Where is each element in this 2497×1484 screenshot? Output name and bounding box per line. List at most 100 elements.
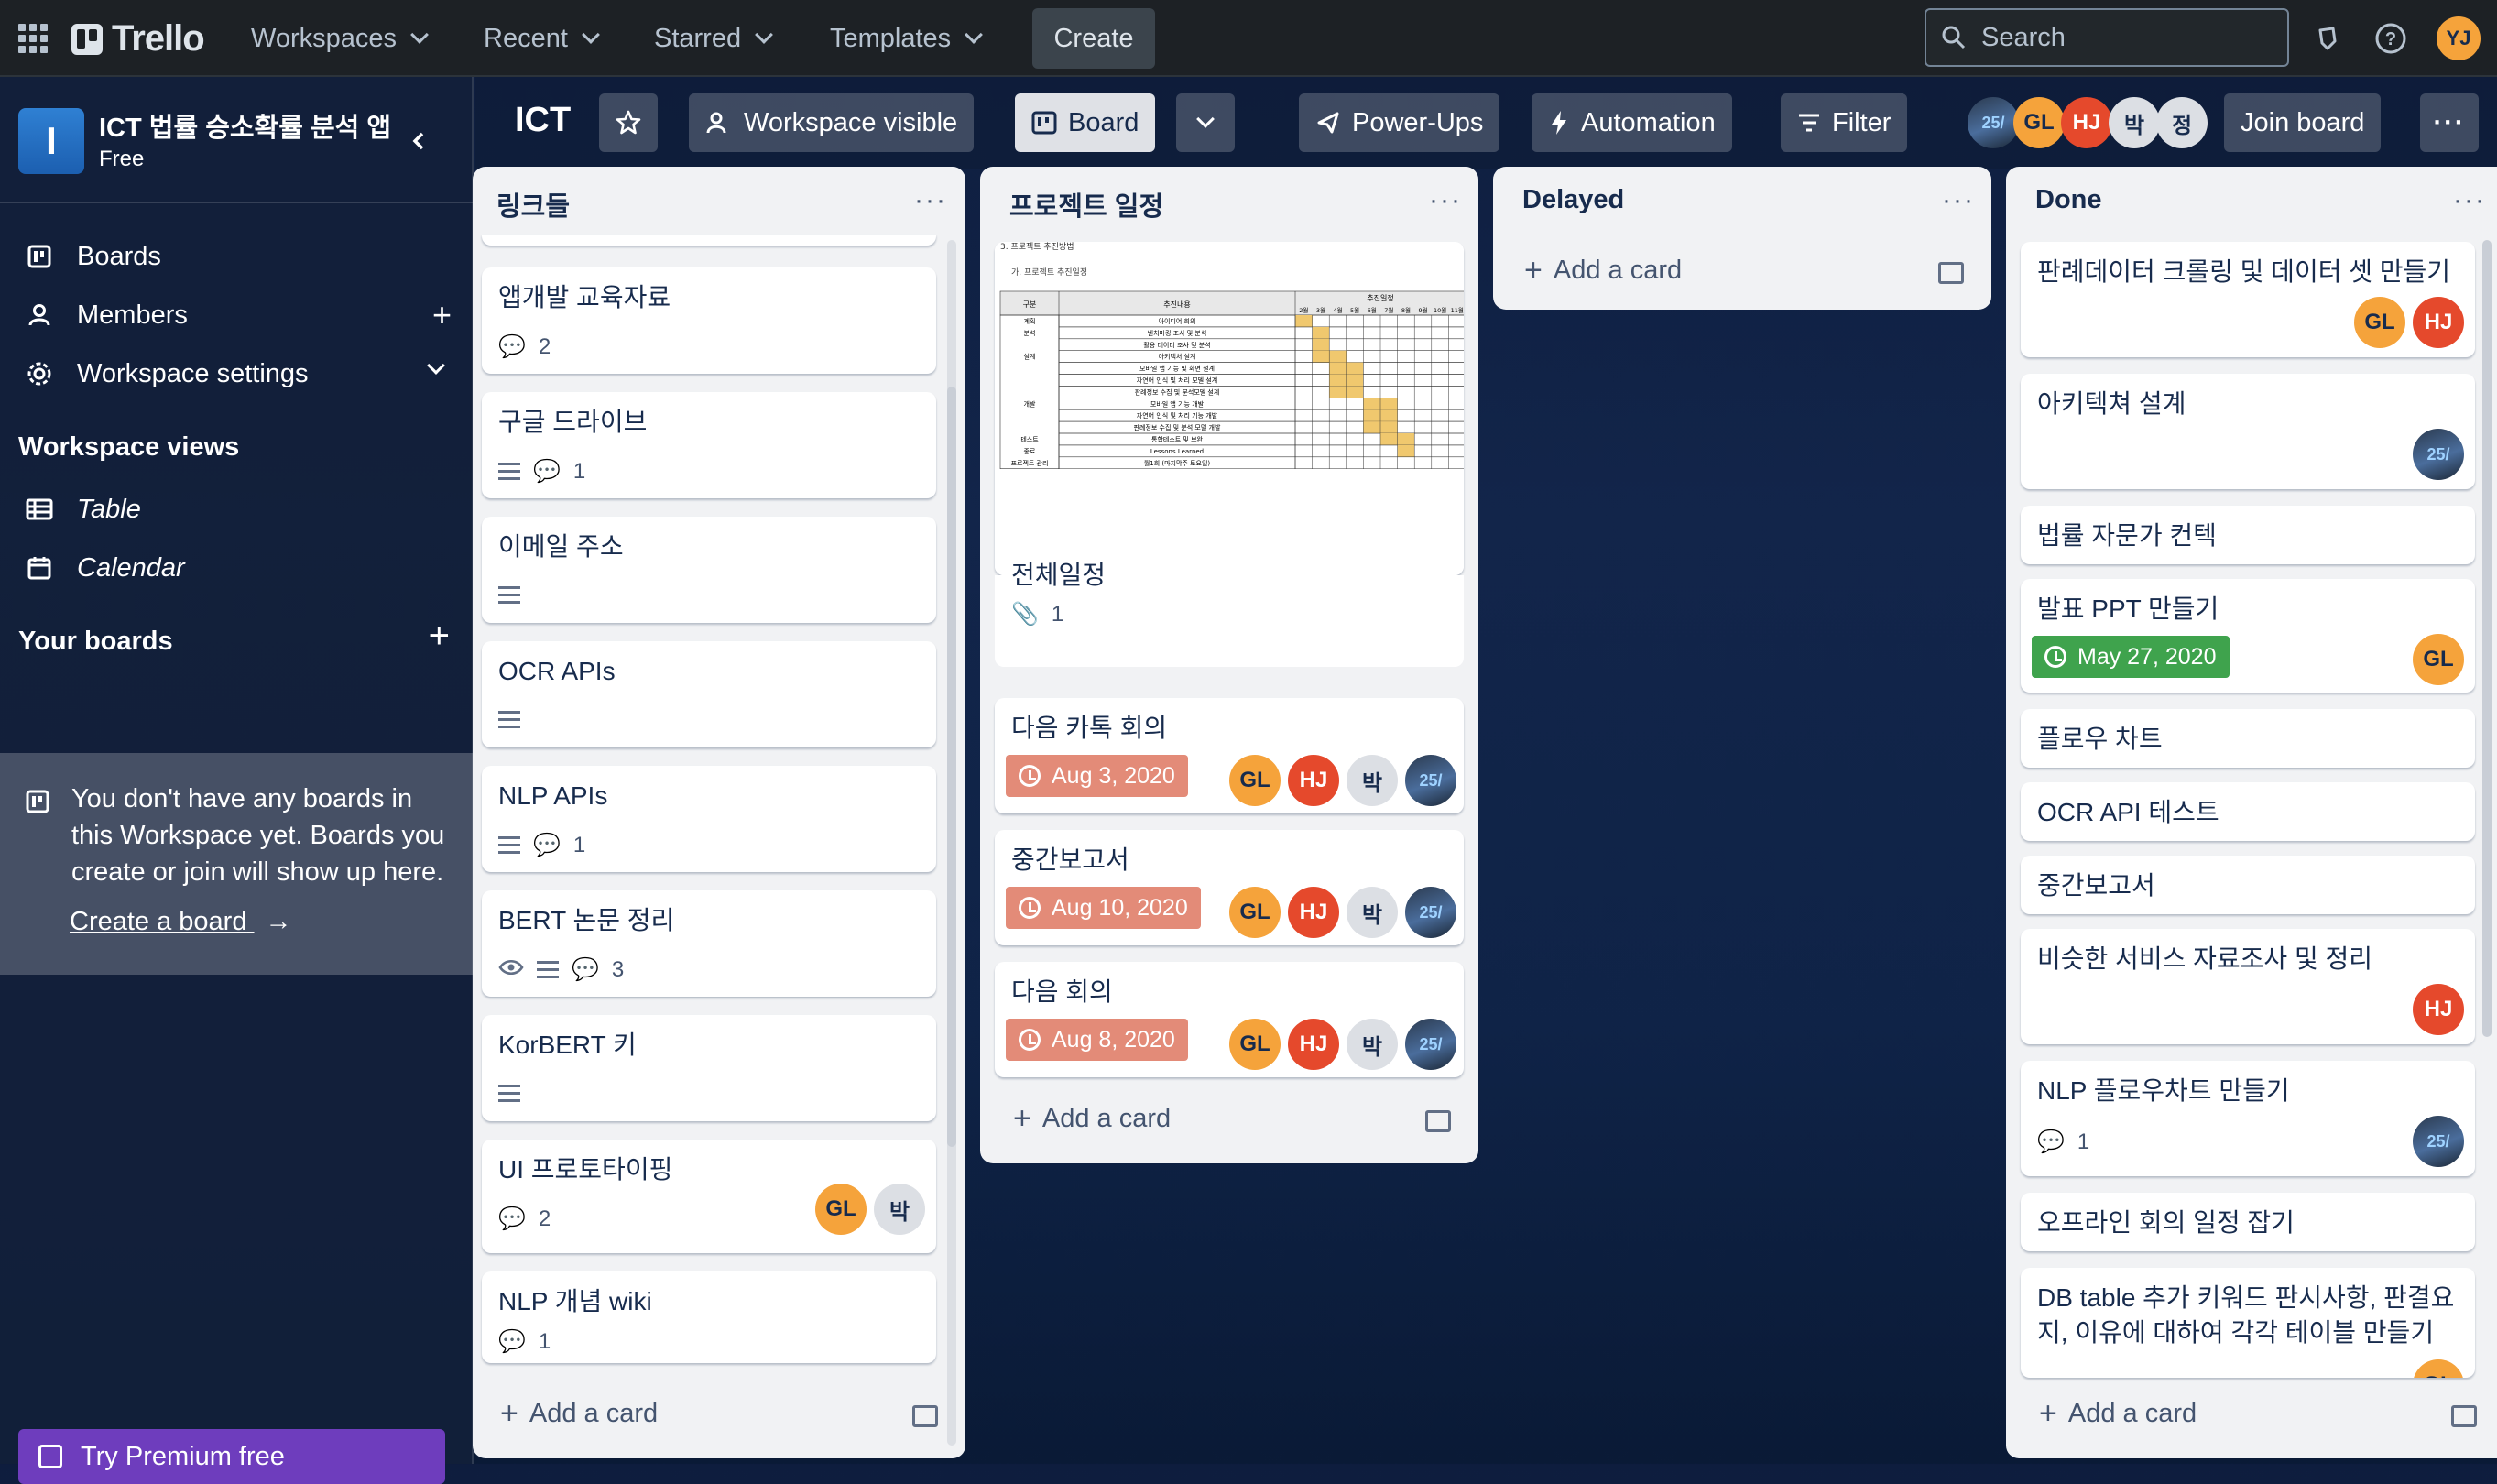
list-card[interactable]: 플로우 차트	[2021, 709, 2475, 768]
templates-menu[interactable]: Templates	[819, 13, 991, 64]
list-card[interactable]: 법률 자문가 컨텍	[2021, 506, 2475, 564]
card-member-avatar[interactable]: HJ	[2413, 297, 2464, 348]
list-card-with-cover[interactable]: 3. 프로젝트 추진방법 가. 프로젝트 추진일정 구분 추진내용 추진일정 2월 3월 4월…	[995, 242, 1464, 575]
workspaces-menu[interactable]: Workspaces	[240, 13, 437, 64]
list-menu-icon[interactable]: ···	[2453, 185, 2486, 216]
list-card[interactable]: UI 프로토타이핑 💬 2 GL 박	[482, 1140, 936, 1253]
list-card[interactable]: 중간보고서	[2021, 856, 2475, 914]
list-title[interactable]: Delayed	[1522, 185, 1624, 215]
card-member-avatar-photo[interactable]: 25/	[2413, 1116, 2464, 1167]
list-card[interactable]: DB table 추가 키워드 판시사항, 판결요지, 이유에 대하여 각각 테…	[2021, 1268, 2475, 1378]
board-member-avatar-photo[interactable]: 25/	[1968, 97, 2019, 148]
card-member-avatar[interactable]: GL	[2354, 297, 2405, 348]
notifications-icon[interactable]	[2306, 18, 2347, 59]
card-member-avatar-photo[interactable]: 25/	[1405, 1019, 1456, 1070]
sidebar-item-table[interactable]: Table	[0, 482, 474, 537]
board-member-avatar[interactable]: 박	[2109, 97, 2160, 148]
list-card[interactable]: 비슷한 서비스 자료조사 및 정리 HJ	[2021, 929, 2475, 1044]
sidebar-item-calendar[interactable]: Calendar	[0, 540, 474, 595]
board-member-avatar[interactable]: HJ	[2061, 97, 2112, 148]
list-card[interactable]: OCR APIs	[482, 641, 936, 747]
create-from-template-icon[interactable]	[2451, 1405, 2477, 1427]
automation-button[interactable]: Automation	[1532, 93, 1732, 152]
board-view-button[interactable]: Board	[1015, 93, 1156, 152]
card-member-avatar[interactable]: 박	[874, 1184, 925, 1235]
list-card[interactable]: 앱개발 교육자료 💬 2	[482, 267, 936, 374]
list-card[interactable]: KorBERT 키	[482, 1015, 936, 1121]
card-member-avatar[interactable]: HJ	[1288, 887, 1339, 938]
list-title[interactable]: 프로젝트 일정	[1009, 185, 1163, 224]
list-card[interactable]: OCR API 테스트	[2021, 782, 2475, 841]
create-from-template-icon[interactable]	[912, 1405, 938, 1427]
card-member-avatar[interactable]: GL	[1229, 887, 1281, 938]
due-date-badge[interactable]: Aug 10, 2020	[1006, 887, 1201, 929]
card-member-avatar-photo[interactable]: 25/	[2413, 429, 2464, 480]
list-scrollbar-thumb[interactable]	[947, 387, 956, 1147]
list-card[interactable]: 구글 드라이브 💬 1	[482, 392, 936, 498]
due-date-badge[interactable]: Aug 8, 2020	[1006, 1019, 1188, 1061]
list-card[interactable]: BERT 논문 정리 💬 3	[482, 890, 936, 997]
card-member-avatar[interactable]: GL	[815, 1184, 867, 1235]
help-icon[interactable]: ?	[2371, 18, 2411, 59]
create-button[interactable]: Create	[1032, 8, 1155, 69]
list-card[interactable]: 다음 회의 Aug 8, 2020 GL HJ 박 25/	[995, 962, 1464, 1077]
starred-menu[interactable]: Starred	[643, 13, 781, 64]
due-date-badge[interactable]: Aug 3, 2020	[1006, 755, 1188, 797]
card-member-avatar[interactable]: GL	[1229, 755, 1281, 806]
list-card[interactable]: 다음 카톡 회의 Aug 3, 2020 GL HJ 박 25/	[995, 698, 1464, 813]
join-board-button[interactable]: Join board	[2224, 93, 2382, 152]
list-card[interactable]: 중간보고서 Aug 10, 2020 GL HJ 박 25/	[995, 830, 1464, 945]
search-box[interactable]	[1925, 8, 2289, 67]
add-member-icon[interactable]: +	[432, 296, 452, 334]
power-ups-button[interactable]: Power-Ups	[1299, 93, 1500, 152]
list-menu-icon[interactable]: ···	[914, 185, 947, 216]
create-board-link[interactable]: Create a board →	[70, 907, 292, 937]
search-input[interactable]	[1979, 21, 2254, 54]
add-card-button[interactable]: + Add a card	[1524, 253, 1682, 289]
list-scrollbar-thumb[interactable]	[2482, 240, 2492, 1037]
create-from-template-icon[interactable]	[1938, 262, 1964, 284]
add-card-button[interactable]: + Add a card	[500, 1396, 658, 1432]
card-member-avatar[interactable]: 박	[1347, 887, 1398, 938]
collapse-sidebar-icon[interactable]	[409, 130, 431, 152]
list-card[interactable]: 발표 PPT 만들기 May 27, 2020 GL	[2021, 579, 2475, 693]
list-card[interactable]: NLP 개념 wiki 💬 1	[482, 1271, 936, 1363]
create-from-template-icon[interactable]	[1425, 1110, 1451, 1132]
sidebar-item-boards[interactable]: Boards	[0, 229, 474, 284]
add-card-button[interactable]: + Add a card	[2039, 1396, 2197, 1432]
card-member-avatar[interactable]: HJ	[1288, 1019, 1339, 1070]
switch-views-button[interactable]	[1176, 93, 1235, 152]
list-title[interactable]: Done	[2035, 185, 2102, 215]
visibility-button[interactable]: Workspace visible	[689, 93, 975, 152]
card-member-avatar[interactable]: GL	[2413, 1359, 2464, 1378]
board-menu-button[interactable]: ···	[2420, 93, 2479, 152]
try-premium-button[interactable]: Try Premium free	[18, 1429, 445, 1484]
workspace-name[interactable]: ICT 법률 승소확률 분석 앱	[99, 106, 391, 145]
card-member-avatar[interactable]: GL	[2413, 634, 2464, 685]
star-board-button[interactable]	[599, 93, 658, 152]
list-menu-icon[interactable]: ···	[1429, 185, 1462, 216]
list-card[interactable]: NLP 플로우차트 만들기 💬 1 25/	[2021, 1061, 2475, 1176]
sidebar-item-workspace-settings[interactable]: Workspace settings	[0, 346, 474, 401]
card-member-avatar-photo[interactable]: 25/	[1405, 755, 1456, 806]
apps-grid-icon[interactable]	[18, 24, 48, 53]
user-avatar[interactable]: YJ	[2437, 16, 2481, 60]
list-card[interactable]: 판례데이터 크롤링 및 데이터 셋 만들기 GL HJ	[2021, 242, 2475, 357]
board-member-avatar[interactable]: 정	[2156, 97, 2208, 148]
cover-card-body[interactable]: 전체일정 📎 1	[995, 561, 1464, 667]
card-member-avatar[interactable]: HJ	[2413, 984, 2464, 1035]
list-card[interactable]: 이메일 주소	[482, 517, 936, 623]
sidebar-item-members[interactable]: Members +	[0, 288, 474, 343]
card-member-avatar[interactable]: 박	[1347, 755, 1398, 806]
due-date-badge-complete[interactable]: May 27, 2020	[2032, 636, 2230, 678]
card-member-avatar-photo[interactable]: 25/	[1405, 887, 1456, 938]
filter-button[interactable]: Filter	[1781, 93, 1908, 152]
list-card[interactable]: 오프라인 회의 일정 잡기	[2021, 1193, 2475, 1251]
list-card-partial[interactable]	[482, 235, 936, 246]
board-title[interactable]: ICT	[515, 101, 571, 140]
add-board-icon[interactable]: +	[429, 616, 450, 657]
add-card-button[interactable]: + Add a card	[1013, 1101, 1171, 1137]
trello-logo[interactable]: Trello	[71, 18, 205, 60]
card-member-avatar[interactable]: 박	[1347, 1019, 1398, 1070]
recent-menu[interactable]: Recent	[473, 13, 608, 64]
